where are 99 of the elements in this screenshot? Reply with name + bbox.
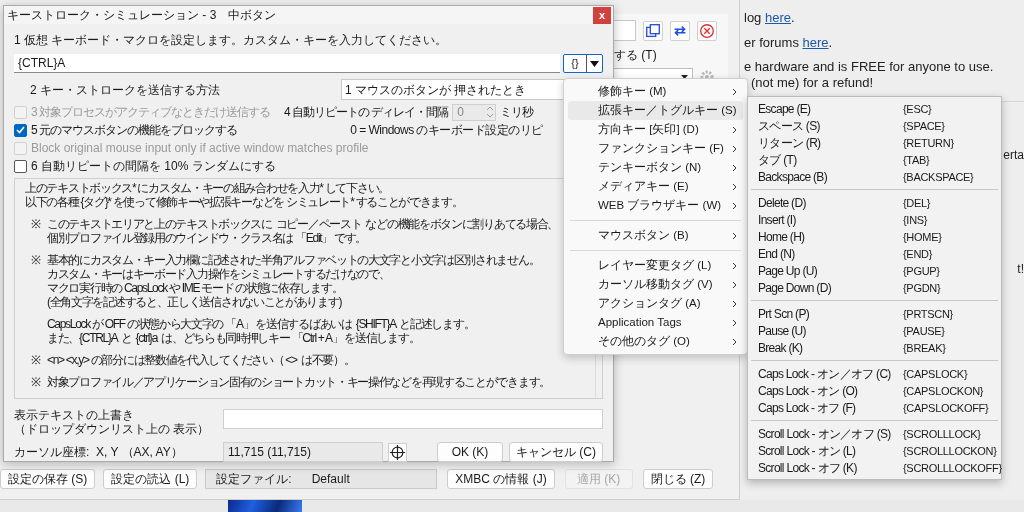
- menu-item[interactable]: ファンクションキー (F): [568, 139, 743, 158]
- help-text: (全角文字を記述すると、正しく送信されないことがあります): [47, 295, 342, 309]
- menu-item[interactable]: スペース (S) {SPACE}: [748, 117, 1001, 134]
- button[interactable]: XMBC の情報 (J): [447, 469, 555, 489]
- menu-item[interactable]: マウスボタン (B): [568, 226, 743, 245]
- menu-item[interactable]: Insert (I) {INS}: [748, 211, 1001, 228]
- button[interactable]: 閉じる (Z): [642, 469, 714, 489]
- menu-item[interactable]: Caps Lock - オフ (F) {CAPSLOCKOFF}: [748, 399, 1001, 416]
- settings-file-label: 設定ファイル:: [216, 471, 292, 488]
- chevron-right-icon: [732, 144, 737, 153]
- page-text: er forums here.: [744, 35, 834, 51]
- macro-input-field[interactable]: {CTRL}A: [14, 54, 560, 73]
- page-text: e hardware and is FREE for anyone to use.: [744, 59, 995, 75]
- menu-item[interactable]: Pause (U) {PAUSE}: [748, 322, 1001, 339]
- menu-item[interactable]: Application Tags: [568, 313, 743, 332]
- menu-item[interactable]: その他のタグ (O): [568, 332, 743, 351]
- menu-item[interactable]: カーソル移動タグ (V): [568, 275, 743, 294]
- note-mark: ※: [31, 375, 40, 389]
- note-mark: ※: [31, 217, 40, 231]
- help-text: マクロ実行時の CapsLock や IME モード の状態に依存します。: [47, 281, 343, 295]
- macro-label: 1 仮想 キーボード・マクロを設定します。カスタム・キーを入力してください。: [14, 33, 449, 48]
- checkmark-icon: [16, 126, 25, 134]
- chevron-right-icon: [732, 231, 737, 240]
- help-text: カスタム・キーはキーボード入力操作をシミュレートするだけなので、: [47, 267, 390, 281]
- menu-item[interactable]: Scroll Lock - オン (L) {SCROLLLOCKON}: [748, 442, 1001, 459]
- button[interactable]: OK (K): [437, 442, 503, 462]
- repeat-label: 4 自動リピートの ディレイ・間隔: [284, 104, 449, 121]
- help-text: <n> <x,y> の部分には整数値を代入してください（ <> は不要）。: [47, 353, 355, 367]
- tag-dropdown-button[interactable]: {}: [563, 54, 603, 73]
- menu-item[interactable]: レイヤー変更タグ (L): [568, 256, 743, 275]
- chevron-right-icon: [732, 163, 737, 172]
- window-title: キーストローク・シミュレーション - 3 中ボタン: [7, 7, 277, 24]
- link[interactable]: here: [802, 35, 829, 50]
- menu-item[interactable]: リターン (R) {RETURN}: [748, 134, 1001, 151]
- crosshair-icon[interactable]: [388, 442, 407, 462]
- menu-item[interactable]: 拡張キー／トグルキー (S): [568, 101, 743, 120]
- repeat-unit-label: ミリ秒: [500, 104, 534, 121]
- settings-file-value: Default: [311, 471, 350, 488]
- menu-item[interactable]: テンキーボタン (N): [568, 158, 743, 177]
- button[interactable]: 設定の保存 (S): [0, 469, 96, 489]
- button[interactable]: キャンセル (C): [509, 442, 603, 462]
- menu-item[interactable]: Home (H) {HOME}: [748, 228, 1001, 245]
- option-label: する (T): [614, 47, 657, 64]
- checkbox[interactable]: 5 元のマウスボタンの機能をブロックする: [14, 121, 237, 139]
- note-mark: ※: [31, 353, 40, 367]
- page-text: t!: [1017, 261, 1024, 278]
- chevron-right-icon: [732, 280, 737, 289]
- cursor-label: カーソル座標: X, Y （AX, AY）: [14, 444, 184, 461]
- help-text: CapsLock が OFF の状態から大文字の 「A」 を送信するばあいは {SHIFT}A と記述します。: [47, 317, 475, 331]
- chevron-right-icon: [732, 125, 737, 134]
- checkbox[interactable]: 6 自動リピートの間隔を 10% ランダムにする: [14, 157, 276, 175]
- menu-item[interactable]: 方向キー [矢印] (D): [568, 120, 743, 139]
- menu-item[interactable]: Page Up (U) {PGUP}: [748, 262, 1001, 279]
- help-text: 個別プロファイル登録用のウインドウ・クラス名は 「Edit」 です。: [47, 231, 367, 245]
- menu-item[interactable]: Escape (E) {ESC}: [748, 100, 1001, 117]
- menu-item[interactable]: Page Down (D) {PGDN}: [748, 279, 1001, 296]
- chevron-right-icon: [732, 201, 737, 210]
- chevron-right-icon: [732, 318, 737, 327]
- spinner-arrows-icon: [485, 105, 496, 119]
- menu-item[interactable]: Caps Lock - オン／オフ (C) {CAPSLOCK}: [748, 365, 1001, 382]
- copy-icon[interactable]: [643, 20, 663, 41]
- page-text: (not me) for a refund!: [751, 75, 875, 91]
- override-label: 表示テキストの上書き: [14, 408, 134, 422]
- help-text: 以下の各種 {タグ}* を使って修飾キーや拡張キーなどを シミュレート* することができます。: [25, 195, 463, 209]
- note-mark: ※: [31, 253, 40, 267]
- chevron-right-icon: [732, 261, 737, 270]
- override-label: （ドロップダウンリスト上の 表示）: [14, 422, 210, 436]
- menu-item[interactable]: Scroll Lock - オフ (K) {SCROLLLOCKOFF}: [748, 459, 1001, 476]
- menu-item[interactable]: Scroll Lock - オン／オフ (S) {SCROLLLOCK}: [748, 425, 1001, 442]
- page-text: erta: [1003, 147, 1024, 164]
- chevron-right-icon: [732, 87, 737, 96]
- menu-item[interactable]: アクションタグ (A): [568, 294, 743, 313]
- swap-icon[interactable]: [670, 20, 690, 41]
- override-input-field[interactable]: [222, 409, 603, 429]
- close-button[interactable]: x: [593, 6, 611, 24]
- page-text: log here.: [744, 10, 796, 26]
- chevron-right-icon: [732, 182, 737, 191]
- button[interactable]: 設定の読込 (L): [103, 469, 198, 489]
- menu-item[interactable]: Delete (D) {DEL}: [748, 194, 1001, 211]
- cursor-value-field: 11,715 (11,715): [223, 442, 383, 462]
- link[interactable]: here: [764, 10, 791, 25]
- menu-item[interactable]: Caps Lock - オン (O) {CAPSLOCKON}: [748, 382, 1001, 399]
- menu-item[interactable]: WEB ブラウザキー (W): [568, 196, 743, 215]
- chevron-right-icon: [732, 337, 737, 346]
- menu-item[interactable]: メディアキー (E): [568, 177, 743, 196]
- help-text: 対象プロファイル／アプリケーション固有のショートカット・キー操作などを再現することができます。: [47, 375, 550, 389]
- menu-item[interactable]: タブ (T) {TAB}: [748, 151, 1001, 168]
- menu-item[interactable]: Prt Scn (P) {PRTSCN}: [748, 305, 1001, 322]
- help-text: また、{CTRL}A と {ctrl}a は、どちらも同時押しキー 「Ctrl + A」 を送信します。: [47, 331, 420, 345]
- help-text: このテキストエリアと上のテキストボックスに コピー／ペースト などの機能をボタンに割りあてる場合、: [47, 217, 559, 231]
- send-method-label: 2 キー・ストロークを送信する方法: [29, 81, 221, 99]
- repeat-note: 0 = Windows のキーボード設定のリピ: [350, 122, 543, 139]
- close-circle-icon[interactable]: [697, 20, 717, 41]
- menu-item[interactable]: End (N) {END}: [748, 245, 1001, 262]
- help-text: 上のテキストボックス* にカスタム・キーの組み合わせを入力* して下さい。: [25, 181, 389, 195]
- chevron-right-icon: [732, 299, 737, 308]
- menu-item[interactable]: Break (K) {BREAK}: [748, 339, 1001, 356]
- help-text: 基本的にカスタム・キー入力欄に記述された半角アルファベットの大文字と小文字は区別されません。: [47, 253, 540, 267]
- menu-item[interactable]: Backspace (B) {BACKSPACE}: [748, 168, 1001, 185]
